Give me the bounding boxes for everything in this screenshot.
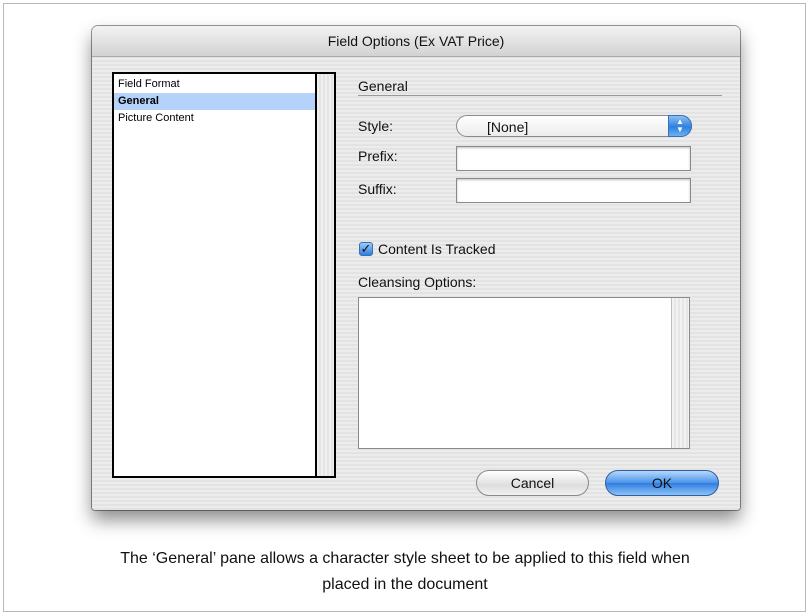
updown-arrows-icon: ▲ ▼ <box>668 115 692 137</box>
cancel-button[interactable]: Cancel <box>476 470 589 496</box>
caption-line-1: The ‘General’ pane allows a character st… <box>120 550 690 567</box>
caption-line-2: placed in the document <box>322 576 488 593</box>
section-title: General <box>358 78 408 94</box>
style-label: Style: <box>358 118 394 134</box>
title-bar[interactable]: Field Options (Ex VAT Price) <box>92 26 740 57</box>
section-divider <box>358 95 722 96</box>
ok-button[interactable]: OK <box>605 470 719 496</box>
prefix-label: Prefix: <box>358 148 398 164</box>
pane-list[interactable]: Field Format General Picture Content <box>112 72 336 478</box>
prefix-field[interactable] <box>456 146 691 171</box>
checkmark-icon: ✓ <box>360 241 372 256</box>
content-tracked-label[interactable]: Content Is Tracked <box>378 241 496 257</box>
field-options-dialog: Field Options (Ex VAT Price) Field Forma… <box>92 26 740 510</box>
cleansing-options-list[interactable] <box>358 297 690 449</box>
list-item-field-format[interactable]: Field Format <box>114 76 317 93</box>
list-scrollbar[interactable] <box>315 74 334 476</box>
cleansing-options-label: Cleansing Options: <box>358 274 477 290</box>
style-select[interactable]: [None] ▲ ▼ <box>456 115 692 137</box>
suffix-label: Suffix: <box>358 181 397 197</box>
list-item-picture-content[interactable]: Picture Content <box>114 110 317 127</box>
dialog-title: Field Options (Ex VAT Price) <box>327 33 505 49</box>
suffix-field[interactable] <box>456 178 691 203</box>
list-item-general[interactable]: General <box>114 93 317 110</box>
style-select-value: [None] <box>487 119 529 135</box>
cleansing-scrollbar[interactable] <box>671 298 689 448</box>
content-tracked-checkbox[interactable]: ✓ <box>359 242 373 256</box>
